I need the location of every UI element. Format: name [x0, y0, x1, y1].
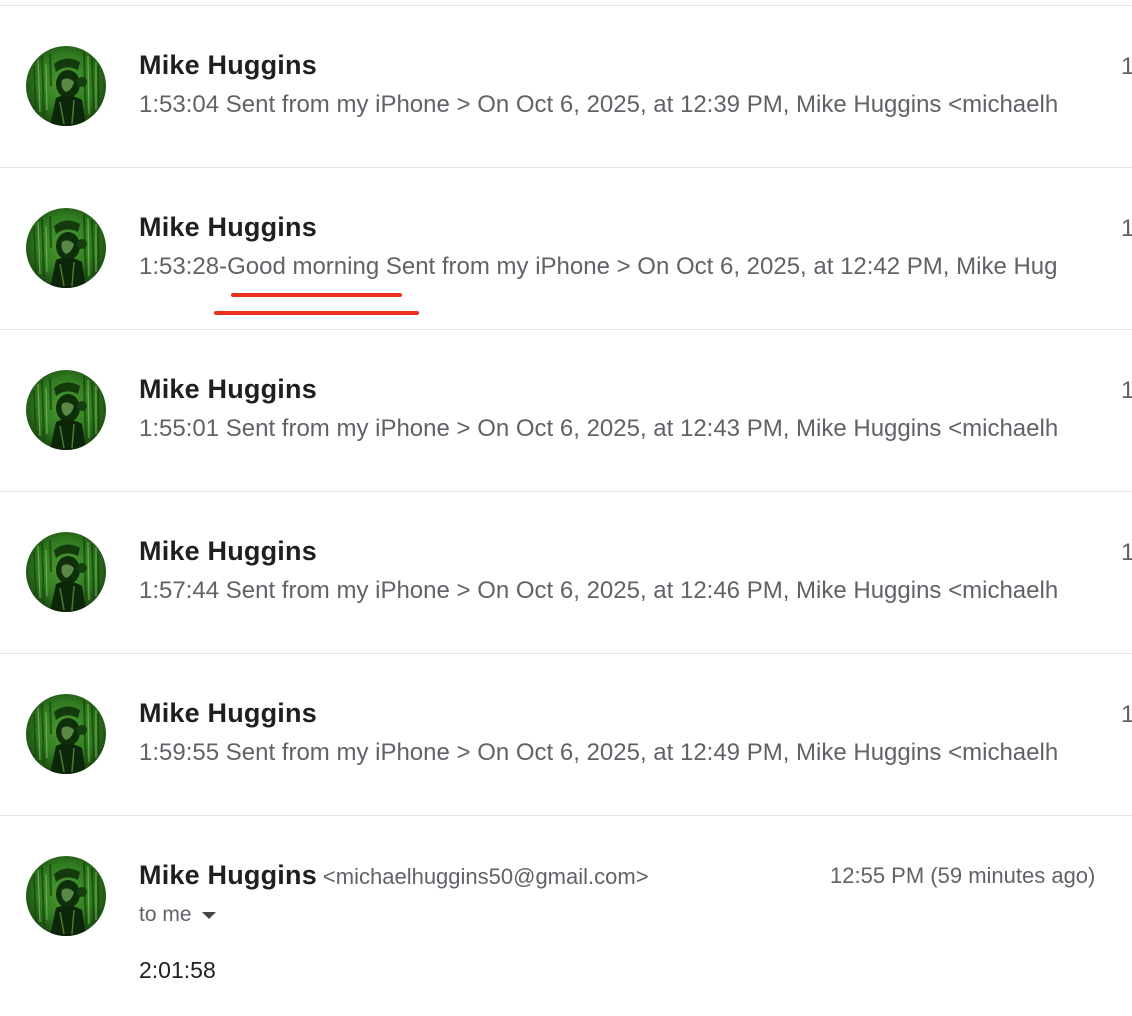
- sender-email: <michaelhuggins50@gmail.com>: [322, 864, 649, 889]
- sender-name: Mike Huggins: [139, 50, 317, 80]
- red-underline-annotation: [231, 293, 402, 297]
- message-snippet: 1:57:44 Sent from my iPhone > On Oct 6, …: [139, 577, 1059, 604]
- email-thread: Mike Huggins 1 1:53:04 Sent from my iPho…: [0, 6, 1132, 1016]
- message-date: 1: [1121, 53, 1132, 81]
- avatar[interactable]: [26, 532, 106, 612]
- avatar[interactable]: [26, 46, 106, 126]
- sender-name[interactable]: Mike Huggins: [139, 860, 317, 890]
- highlighted-phrase: Good morning: [227, 253, 380, 280]
- sender-name: Mike Huggins: [139, 374, 317, 404]
- sender-line: Mike Huggins <michaelhuggins50@gmail.com>: [139, 860, 649, 891]
- message-snippet: 1:55:01 Sent from my iPhone > On Oct 6, …: [139, 415, 1059, 442]
- sender-name: Mike Huggins: [139, 212, 317, 242]
- collapsed-message[interactable]: Mike Huggins 1 1:57:44 Sent from my iPho…: [0, 492, 1132, 654]
- message-date: 1: [1121, 377, 1132, 405]
- recipient-toggle[interactable]: to me: [139, 903, 216, 927]
- sender-name: Mike Huggins: [139, 536, 317, 566]
- message-date: 1: [1121, 701, 1132, 729]
- avatar[interactable]: [26, 694, 106, 774]
- avatar[interactable]: [26, 856, 106, 936]
- red-underline-annotation: [214, 311, 419, 315]
- avatar[interactable]: [26, 208, 106, 288]
- collapsed-message[interactable]: Mike Huggins 1 1:59:55 Sent from my iPho…: [0, 654, 1132, 816]
- message-snippet: 1:59:55 Sent from my iPhone > On Oct 6, …: [139, 739, 1059, 766]
- message-body: 2:01:58: [139, 957, 216, 983]
- sender-name: Mike Huggins: [139, 698, 317, 728]
- snippet-timestamp: 1:53:28-: [139, 253, 228, 280]
- message-date: 1: [1121, 539, 1132, 567]
- avatar[interactable]: [26, 370, 106, 450]
- message-snippet: 1:53:04 Sent from my iPhone > On Oct 6, …: [139, 91, 1059, 118]
- expanded-message: Mike Huggins <michaelhuggins50@gmail.com>…: [0, 816, 1132, 1016]
- collapsed-message[interactable]: Mike Huggins 1 1:53:04 Sent from my iPho…: [0, 6, 1132, 168]
- collapsed-message[interactable]: Mike Huggins 1 1:55:01 Sent from my iPho…: [0, 330, 1132, 492]
- message-date: 1: [1121, 215, 1132, 243]
- caret-down-icon[interactable]: [201, 911, 216, 919]
- message-snippet: 1:53:28-Good morning Sent from my iPhone…: [139, 253, 1058, 281]
- recipient-label: to me: [139, 903, 192, 926]
- message-time: 12:55 PM (59 minutes ago): [830, 863, 1096, 888]
- collapsed-message[interactable]: Mike Huggins 1 1:53:28-Good morning Sent…: [0, 168, 1132, 330]
- snippet-text: Sent from my iPhone > On Oct 6, 2025, at…: [379, 253, 1058, 280]
